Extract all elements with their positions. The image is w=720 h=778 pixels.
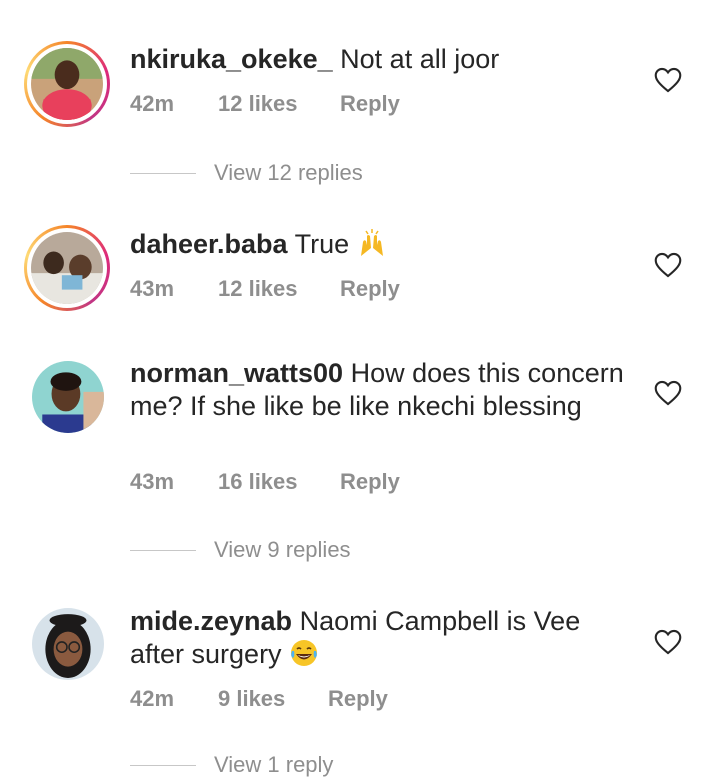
comment-likes[interactable]: 12 likes <box>218 276 340 302</box>
comment-item: daheer.baba True 43m 12 likes Reply <box>0 200 720 340</box>
comment-likes[interactable]: 12 likes <box>218 91 340 117</box>
comment-text: daheer.baba True <box>130 228 625 261</box>
comment-item: norman_watts00 How does this concern me?… <box>0 340 720 580</box>
comment-username[interactable]: daheer.baba <box>130 229 288 259</box>
comment-item: mide.zeynab Naomi Campbell is Vee after … <box>0 580 720 778</box>
comment-item: nkiruka_okeke_ Not at all joor 42m 12 li… <box>0 0 720 200</box>
comment-body: Not at all joor <box>340 44 500 74</box>
avatar-image <box>32 608 104 680</box>
comment-meta: 42m 9 likes Reply <box>130 686 388 712</box>
view-replies-label: View 1 reply <box>214 752 334 777</box>
avatar[interactable] <box>32 361 104 433</box>
comment-text: norman_watts00 How does this concern me?… <box>130 357 625 423</box>
view-replies-label: View 9 replies <box>214 537 351 562</box>
divider-line <box>130 172 196 174</box>
avatar-image <box>31 232 103 304</box>
heart-icon[interactable] <box>654 252 682 278</box>
reply-button[interactable]: Reply <box>328 686 388 712</box>
divider-line <box>130 549 196 551</box>
tears-of-joy-emoji <box>291 640 318 666</box>
view-replies-button[interactable]: View 1 reply <box>130 752 333 778</box>
comment-meta: 43m 12 likes Reply <box>130 276 400 302</box>
comment-meta: 42m 12 likes Reply <box>130 91 400 117</box>
comment-time: 42m <box>130 686 175 711</box>
view-replies-label: View 12 replies <box>214 160 363 185</box>
reply-button[interactable]: Reply <box>340 91 400 117</box>
comment-time: 43m <box>130 276 175 301</box>
comment-time: 43m <box>130 469 175 494</box>
avatar[interactable] <box>32 608 104 680</box>
avatar[interactable] <box>24 225 110 311</box>
comment-time: 42m <box>130 91 175 116</box>
comment-username[interactable]: mide.zeynab <box>130 606 292 636</box>
comment-text: mide.zeynab Naomi Campbell is Vee after … <box>130 605 625 671</box>
divider-line <box>130 764 196 766</box>
avatar-image <box>32 361 104 433</box>
comment-text: nkiruka_okeke_ Not at all joor <box>130 43 625 76</box>
comment-username[interactable]: norman_watts00 <box>130 358 343 388</box>
heart-icon[interactable] <box>654 629 682 655</box>
reply-button[interactable]: Reply <box>340 276 400 302</box>
avatar[interactable] <box>24 41 110 127</box>
view-replies-button[interactable]: View 12 replies <box>130 160 363 186</box>
avatar-image <box>31 48 103 120</box>
comment-likes[interactable]: 16 likes <box>218 469 340 495</box>
comment-body: True <box>294 229 350 259</box>
reply-button[interactable]: Reply <box>340 469 400 495</box>
heart-icon[interactable] <box>654 67 682 93</box>
raised-hands-emoji <box>360 229 383 256</box>
comment-meta: 43m 16 likes Reply <box>130 469 400 495</box>
comment-username[interactable]: nkiruka_okeke_ <box>130 44 333 74</box>
comment-likes[interactable]: 9 likes <box>218 686 328 712</box>
view-replies-button[interactable]: View 9 replies <box>130 537 351 563</box>
heart-icon[interactable] <box>654 380 682 406</box>
